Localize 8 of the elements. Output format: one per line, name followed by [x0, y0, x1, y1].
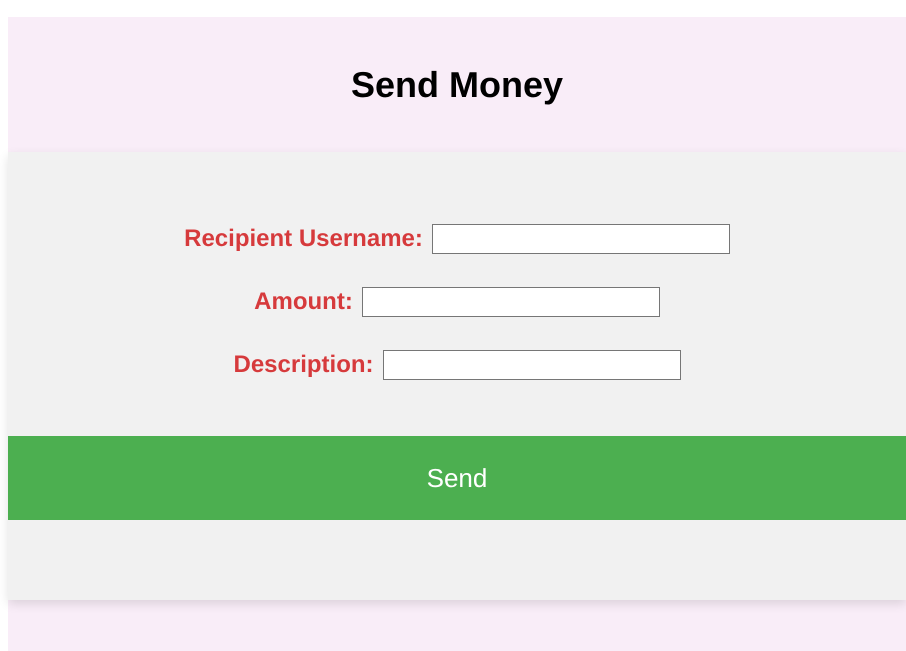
field-label: Recipient Username: [184, 224, 423, 254]
page-title: Send Money [350, 62, 564, 106]
field-label: Amount: [254, 287, 353, 317]
send-button[interactable]: Send [8, 436, 906, 520]
field-label: Description: [233, 350, 374, 380]
input-field[interactable] [432, 224, 730, 254]
input-field[interactable] [382, 350, 680, 380]
input-field[interactable] [362, 287, 660, 317]
